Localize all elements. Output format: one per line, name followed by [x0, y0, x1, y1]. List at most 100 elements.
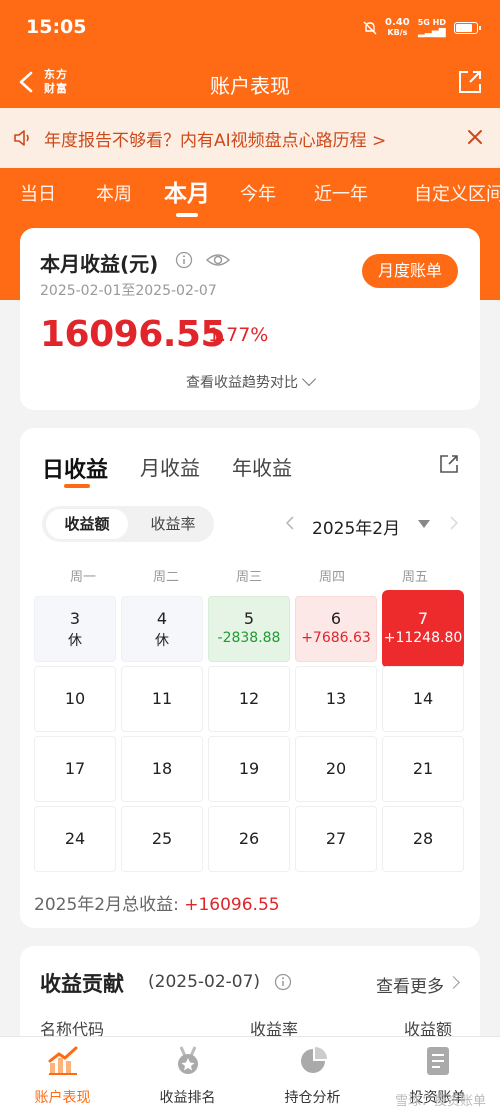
month-total: 2025年2月总收益: +16096.55	[34, 895, 280, 915]
month-total-value: +16096.55	[184, 895, 280, 915]
calendar-day-cell[interactable]: 7 +11248.80	[382, 590, 464, 668]
calendar-day-number: 18	[151, 759, 173, 778]
calendar-day-number: 14	[412, 689, 434, 708]
calendar-day-cell[interactable]: 27	[295, 806, 377, 872]
calendar-day-cell[interactable]: 5 -2838.88	[208, 596, 290, 662]
calendar-day-number: 28	[412, 829, 434, 848]
close-icon[interactable]	[464, 126, 486, 148]
next-month-icon[interactable]	[448, 516, 460, 530]
monthly-bill-button[interactable]: 月度账单	[362, 254, 458, 288]
signal-indicator: 5G HD ▂▃▅▇	[417, 18, 446, 38]
summary-title: 本月收益(元)	[40, 252, 159, 276]
calendar-day-cell[interactable]: 14	[382, 666, 464, 732]
nav-account-performance[interactable]: 账户表现	[0, 1045, 125, 1107]
trend-compare-link[interactable]: 查看收益趋势对比	[20, 371, 480, 392]
weekday-tue: 周二	[152, 570, 179, 585]
period-tabs: 当日 本周 本月 今年 近一年 自定义区间	[0, 168, 500, 220]
calendar-day-cell[interactable]: 28	[382, 806, 464, 872]
contribution-title: 收益贡献	[40, 972, 124, 996]
page-title: 账户表现	[210, 74, 290, 98]
calendar-day-number: 27	[325, 829, 347, 848]
calendar-day-cell[interactable]: 10	[34, 666, 116, 732]
caret-down-icon[interactable]	[418, 520, 430, 528]
calendar-day-number: 5	[243, 609, 255, 628]
tab-today[interactable]: 当日	[20, 180, 56, 206]
calendar-day-cell[interactable]: 25	[121, 806, 203, 872]
profit-calendar-card: 日收益 月收益 年收益 收益额 收益率 2025年2月 周一 周二 周三 周四 …	[20, 428, 480, 928]
month-selector[interactable]: 2025年2月	[312, 514, 400, 539]
date-range: 2025-02-01至2025-02-07	[40, 283, 217, 299]
chevron-right-icon[interactable]	[447, 976, 460, 989]
calendar-day-cell[interactable]: 17	[34, 736, 116, 802]
calendar-day-cell[interactable]: 19	[208, 736, 290, 802]
notice-banner[interactable]: 年度报告不够看？内有AI视频盘点心路历程 >	[0, 108, 500, 168]
watermark: 雪球：投资账单	[394, 1094, 486, 1109]
info-icon[interactable]	[175, 251, 193, 269]
calendar-day-number: 25	[151, 829, 173, 848]
tab-custom-range[interactable]: 自定义区间	[414, 180, 500, 206]
calendar-day-profit: +7686.63	[301, 630, 371, 646]
weekday-wed: 周三	[235, 570, 262, 585]
calendar-day-profit: 休	[68, 633, 82, 649]
calendar-day-number: 26	[238, 829, 260, 848]
contribution-date: (2025-02-07)	[148, 972, 261, 992]
weekday-mon: 周一	[69, 570, 96, 585]
calendar-day-cell[interactable]: 12	[208, 666, 290, 732]
calendar-day-profit: -2838.88	[217, 630, 281, 646]
calendar-day-number: 10	[64, 689, 86, 708]
calendar-day-number: 12	[238, 689, 260, 708]
active-tab-indicator	[176, 213, 198, 217]
status-time: 15:05	[26, 16, 87, 38]
tab-this-week[interactable]: 本周	[96, 180, 132, 206]
notice-text[interactable]: 年度报告不够看？内有AI视频盘点心路历程 >	[44, 126, 386, 151]
mute-icon	[363, 21, 377, 35]
tab-this-month[interactable]: 本月	[164, 174, 210, 208]
status-bar: 15:05 0.40 KB/s 5G HD ▂▃▅▇	[0, 0, 500, 58]
calendar-day-number: 11	[151, 689, 173, 708]
calendar-day-cell[interactable]: 20	[295, 736, 377, 802]
monthly-profit-amount: 16096.55	[40, 314, 226, 355]
calendar-day-cell[interactable]: 13	[295, 666, 377, 732]
share-icon[interactable]	[456, 68, 484, 96]
calendar-day-cell[interactable]: 18	[121, 736, 203, 802]
calendar-day-number: 4	[156, 609, 168, 628]
calendar-day-number: 6	[330, 609, 342, 628]
status-icons: 0.40 KB/s 5G HD ▂▃▅▇	[363, 17, 481, 38]
tab-last-year[interactable]: 近一年	[314, 180, 368, 206]
profit-metric-toggle: 收益额 收益率	[42, 506, 214, 542]
calendar-day-number: 13	[325, 689, 347, 708]
calendar-day-cell[interactable]: 6 +7686.63	[295, 596, 377, 662]
calendar-day-cell[interactable]: 24	[34, 806, 116, 872]
calendar-day-number: 20	[325, 759, 347, 778]
eye-icon[interactable]	[205, 250, 231, 270]
nav-bar: 东方 财富 账户表现	[0, 58, 500, 108]
nav-holdings-analysis[interactable]: 持仓分析	[250, 1045, 375, 1107]
calendar-day-cell[interactable]: 11	[121, 666, 203, 732]
info-icon[interactable]	[274, 973, 292, 991]
calendar-day-number: 19	[238, 759, 260, 778]
view-more-link[interactable]: 查看更多	[376, 972, 444, 997]
calendar-day-number: 3	[69, 609, 81, 628]
weekday-thu: 周四	[318, 570, 345, 585]
calendar-day-profit: +11248.80	[383, 630, 463, 646]
tab-daily-profit[interactable]: 日收益	[42, 452, 108, 484]
segment-amount[interactable]: 收益额	[46, 509, 128, 539]
tab-yearly-profit[interactable]: 年收益	[232, 452, 292, 481]
tab-this-year[interactable]: 今年	[240, 180, 276, 206]
medal-icon	[177, 1046, 198, 1074]
battery-icon	[454, 22, 481, 34]
calendar-day-number: 24	[64, 829, 86, 848]
export-icon[interactable]	[438, 453, 460, 475]
network-speed: 0.40 KB/s	[385, 17, 410, 38]
chart-icon	[48, 1046, 77, 1075]
speaker-icon	[14, 130, 29, 146]
segment-rate[interactable]: 收益率	[132, 506, 214, 542]
tab-monthly-profit[interactable]: 月收益	[140, 452, 200, 481]
nav-profit-ranking[interactable]: 收益排名	[125, 1045, 250, 1107]
calendar-day-cell[interactable]: 3休	[34, 596, 116, 662]
prev-month-icon[interactable]	[284, 516, 296, 530]
calendar-day-cell[interactable]: 21	[382, 736, 464, 802]
calendar-day-cell[interactable]: 26	[208, 806, 290, 872]
calendar-day-cell[interactable]: 4休	[121, 596, 203, 662]
pie-icon	[300, 1047, 327, 1073]
